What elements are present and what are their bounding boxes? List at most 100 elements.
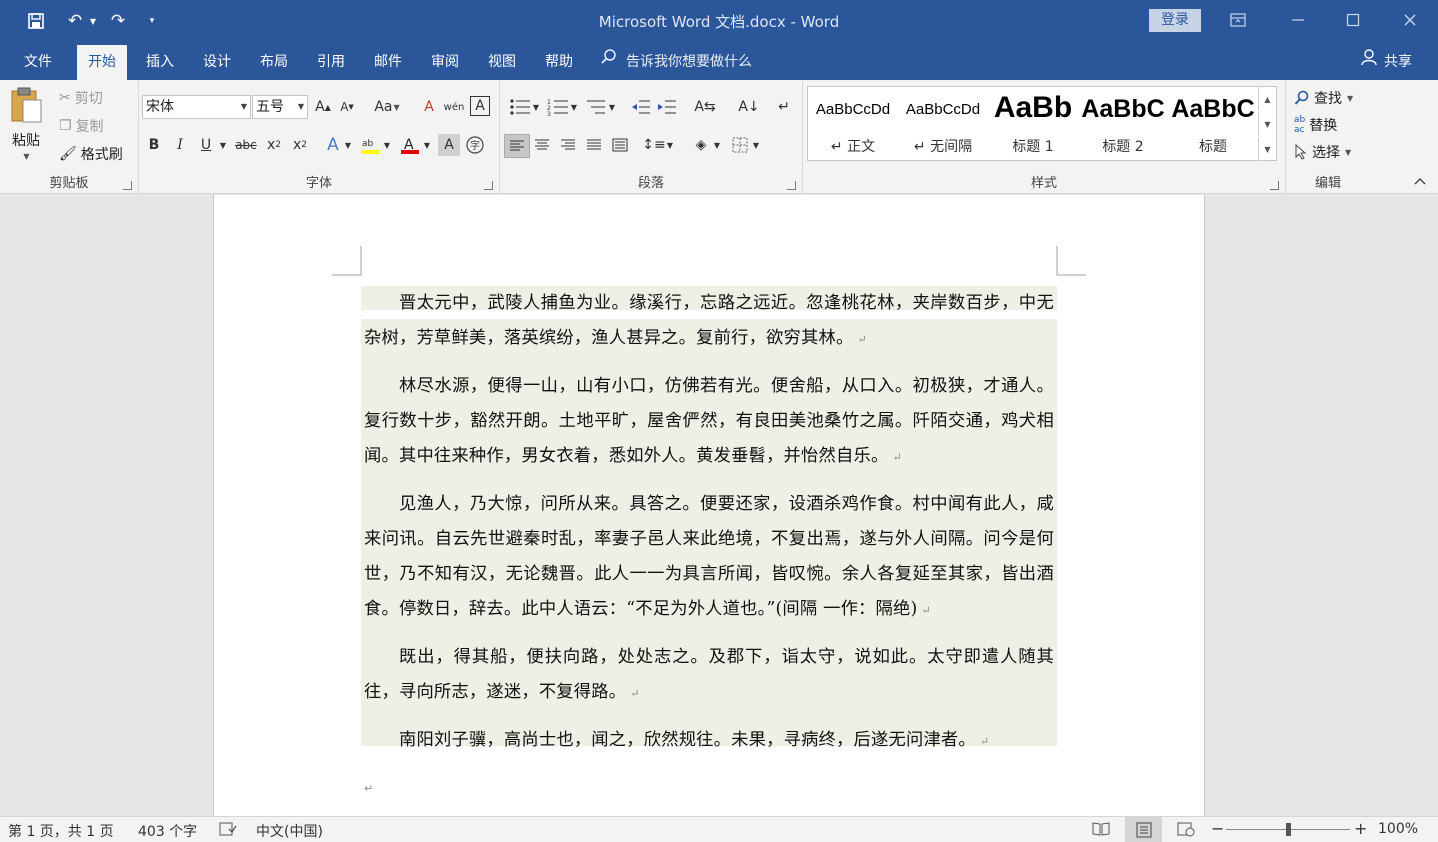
zoom-in-icon[interactable]: + (1354, 819, 1367, 838)
subscript-icon[interactable]: x2 (263, 134, 285, 156)
style-title[interactable]: AaBbC 标题 (1168, 87, 1258, 160)
copy-button[interactable]: ❐ 复制 (59, 116, 104, 136)
gallery-more-icon[interactable]: ▼ (1258, 137, 1276, 161)
shading-icon[interactable]: ◈ (690, 134, 712, 156)
replace-button[interactable]: ab ac 替换 (1294, 115, 1337, 135)
character-border-icon[interactable]: A (470, 96, 490, 116)
sort-icon[interactable]: A↓ (738, 96, 760, 118)
font-color-icon[interactable]: A (399, 134, 421, 156)
tab-design[interactable]: 设计 (192, 45, 242, 80)
font-launcher-icon[interactable] (484, 181, 493, 190)
zoom-level[interactable]: 100% (1378, 821, 1418, 837)
paragraph[interactable]: 林尽水源，便得一山，山有小口，仿佛若有光。便舍船，从口入。初极狭，才通人。复行数… (364, 369, 1054, 475)
paste-dropdown-icon[interactable]: ▼ (23, 152, 29, 161)
save-icon[interactable] (22, 9, 50, 33)
document-area[interactable]: 晋太元中，武陵人捕鱼为业。缘溪行，忘路之远近。忽逢桃花林，夹岸数百步，中无杂树，… (0, 195, 1438, 816)
character-shading-icon[interactable]: A (438, 134, 460, 156)
select-button[interactable]: 选择 ▼ (1294, 142, 1351, 162)
style-normal[interactable]: AaBbCcDd ↵ 正文 (808, 87, 898, 160)
borders-dropdown-icon[interactable]: ▼ (751, 134, 761, 156)
tab-help[interactable]: 帮助 (534, 45, 584, 80)
gallery-scroll-down-icon[interactable]: ▼ (1258, 112, 1276, 136)
print-layout-icon[interactable] (1125, 817, 1162, 842)
highlight-dropdown-icon[interactable]: ▼ (381, 134, 393, 156)
line-spacing-icon[interactable]: ↕≡ (642, 134, 665, 156)
superscript-icon[interactable]: x2 (289, 134, 311, 156)
tab-view[interactable]: 视图 (477, 45, 527, 80)
phonetic-guide-icon[interactable]: wén (443, 96, 465, 118)
style-heading-1[interactable]: AaBb 标题 1 (988, 87, 1078, 160)
line-spacing-dropdown-icon[interactable]: ▼ (665, 134, 675, 156)
page-count[interactable]: 第 1 页，共 1 页 (8, 821, 114, 841)
underline-dropdown-icon[interactable]: ▼ (217, 134, 229, 156)
clipboard-launcher-icon[interactable] (123, 181, 132, 190)
zoom-slider-thumb[interactable] (1286, 823, 1291, 836)
undo-dropdown-icon[interactable]: ▼ (86, 9, 100, 33)
paragraph-launcher-icon[interactable] (787, 181, 796, 190)
multilevel-dropdown-icon[interactable]: ▼ (607, 96, 617, 118)
customize-quick-access-icon[interactable]: ▾ (140, 9, 164, 33)
grow-font-icon[interactable]: A ▲ (312, 96, 334, 118)
font-family-select[interactable]: 宋体 ▼ (142, 95, 251, 119)
collapse-ribbon-icon[interactable] (1411, 172, 1429, 190)
align-right-icon[interactable] (557, 134, 579, 156)
web-layout-icon[interactable] (1177, 821, 1195, 841)
tab-review[interactable]: 审阅 (420, 45, 470, 80)
chinese-layout-icon[interactable]: A⇆ (690, 96, 720, 118)
tab-references[interactable]: 引用 (306, 45, 356, 80)
minimize-icon[interactable] (1283, 8, 1313, 32)
gallery-scroll-up-icon[interactable]: ▲ (1258, 87, 1276, 111)
highlight-icon[interactable]: ab (359, 134, 381, 156)
redo-icon[interactable]: ↷ (104, 9, 132, 33)
ribbon-display-options-icon[interactable] (1223, 8, 1253, 32)
text-effects-dropdown-icon[interactable]: ▼ (342, 134, 354, 156)
find-button[interactable]: 查找 ▼ (1294, 88, 1353, 108)
shrink-font-icon[interactable]: A ▼ (336, 96, 358, 118)
align-center-icon[interactable] (531, 134, 553, 156)
paragraph[interactable]: 晋太元中，武陵人捕鱼为业。缘溪行，忘路之远近。忽逢桃花林，夹岸数百步，中无杂树，… (364, 286, 1054, 357)
paste-button[interactable]: 粘贴 ▼ (8, 86, 44, 161)
justify-icon[interactable] (583, 134, 605, 156)
empty-paragraph-mark[interactable]: ↵ (364, 782, 373, 795)
tab-home[interactable]: 开始 (77, 45, 127, 80)
read-mode-icon[interactable] (1092, 821, 1110, 841)
paragraph[interactable]: 既出，得其船，便扶向路，处处志之。及郡下，诣太守，说如此。太守即遣人随其往，寻向… (364, 640, 1054, 711)
text-effects-icon[interactable]: A (322, 134, 344, 156)
italic-icon[interactable]: I (169, 134, 191, 156)
language-status[interactable]: 中文(中国) (256, 821, 323, 841)
tell-me-box[interactable]: 告诉我你想要做什么 (600, 45, 752, 80)
maximize-icon[interactable] (1338, 8, 1368, 32)
enclose-characters-icon[interactable]: 字 (464, 134, 486, 156)
style-no-spacing[interactable]: AaBbCcDd ↵ 无间隔 (898, 87, 988, 160)
format-painter-button[interactable]: 🖌 格式刷 (59, 144, 123, 164)
zoom-out-icon[interactable]: − (1211, 819, 1224, 838)
increase-indent-icon[interactable] (656, 96, 678, 118)
distributed-icon[interactable] (609, 134, 631, 156)
underline-icon[interactable]: U (195, 134, 217, 156)
clear-formatting-icon[interactable]: A (418, 96, 440, 118)
bullets-dropdown-icon[interactable]: ▼ (531, 96, 541, 118)
font-size-select[interactable]: 五号 ▼ (252, 95, 308, 119)
bold-icon[interactable]: B (143, 134, 165, 156)
tab-file[interactable]: 文件 (13, 45, 63, 80)
show-formatting-marks-icon[interactable]: ↵ (773, 96, 795, 118)
tab-insert[interactable]: 插入 (135, 45, 185, 80)
strikethrough-icon[interactable]: abc (232, 134, 260, 156)
borders-icon[interactable] (729, 134, 751, 156)
style-heading-2[interactable]: AaBbC 标题 2 (1078, 87, 1168, 160)
proofing-icon[interactable] (219, 821, 237, 841)
document-body[interactable]: 晋太元中，武陵人捕鱼为业。缘溪行，忘路之远近。忽逢桃花林，夹岸数百步，中无杂树，… (364, 286, 1054, 771)
align-left-icon[interactable] (504, 134, 530, 158)
styles-launcher-icon[interactable] (1270, 181, 1279, 190)
shading-dropdown-icon[interactable]: ▼ (712, 134, 722, 156)
tab-mailings[interactable]: 邮件 (363, 45, 413, 80)
change-case-button[interactable]: Aa ▼ (370, 96, 404, 118)
document-page[interactable]: 晋太元中，武陵人捕鱼为业。缘溪行，忘路之远近。忽逢桃花林，夹岸数百步，中无杂树，… (213, 195, 1205, 816)
paragraph[interactable]: 见渔人，乃大惊，问所从来。具答之。便要还家，设酒杀鸡作食。村中闻有此人，咸来问讯… (364, 487, 1054, 628)
cut-button[interactable]: ✂ 剪切 (59, 88, 103, 108)
font-color-dropdown-icon[interactable]: ▼ (421, 134, 433, 156)
numbering-dropdown-icon[interactable]: ▼ (569, 96, 579, 118)
undo-icon[interactable]: ↶ (62, 9, 88, 33)
decrease-indent-icon[interactable] (630, 96, 652, 118)
share-button[interactable]: 共享 (1360, 45, 1412, 80)
